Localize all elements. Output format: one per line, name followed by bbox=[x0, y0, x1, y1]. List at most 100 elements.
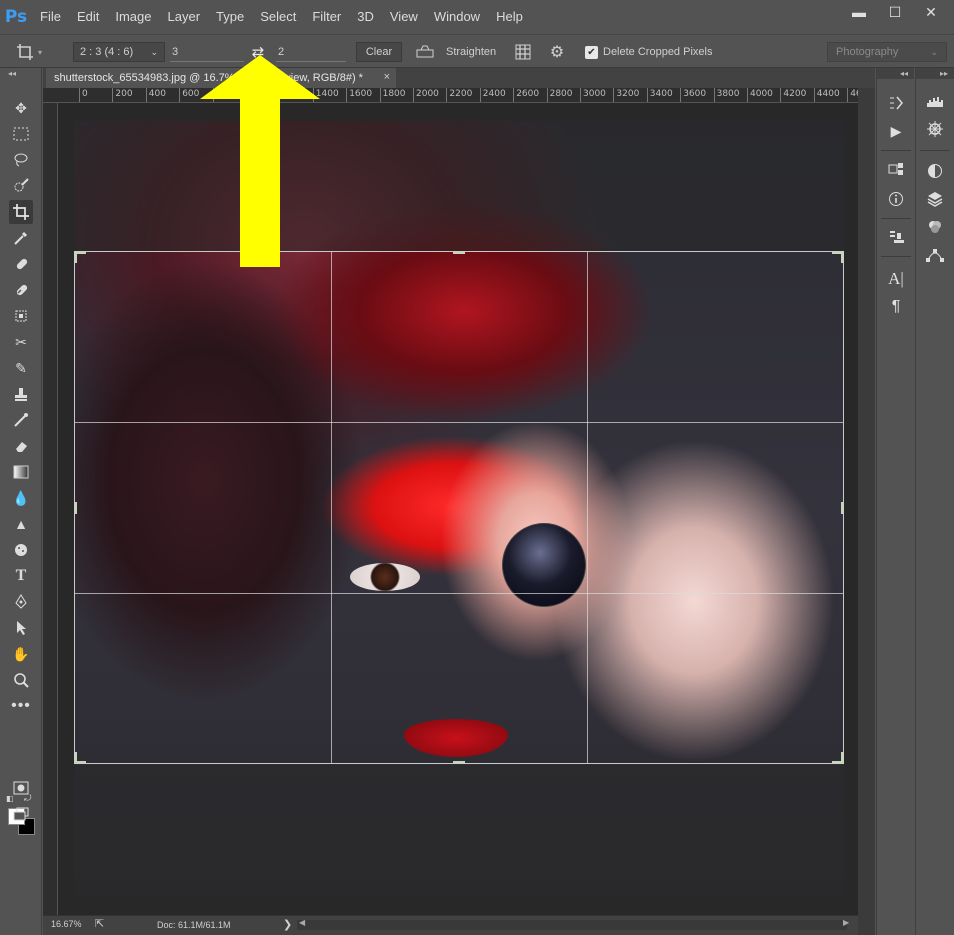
menu-select[interactable]: Select bbox=[252, 0, 304, 34]
navigator-panel-icon[interactable] bbox=[924, 118, 946, 140]
more-tools-icon[interactable]: ••• bbox=[9, 694, 33, 718]
eyedropper-tool-icon[interactable] bbox=[9, 226, 33, 250]
close-window-button[interactable]: ✕ bbox=[918, 2, 944, 22]
crop-handle-top-left[interactable] bbox=[74, 251, 77, 263]
history-brush-tool-icon[interactable]: ✂ bbox=[9, 330, 33, 354]
delete-cropped-checkbox[interactable]: ✔ bbox=[585, 46, 598, 59]
type-tool-icon[interactable]: T bbox=[9, 564, 33, 588]
sponge-tool-icon[interactable] bbox=[9, 538, 33, 562]
actions-panel-icon[interactable]: ▶ bbox=[885, 120, 907, 142]
zoom-tool-icon[interactable] bbox=[9, 668, 33, 692]
menu-view[interactable]: View bbox=[382, 0, 426, 34]
crop-handle-bottom-right[interactable] bbox=[841, 752, 844, 764]
channels-panel-icon[interactable] bbox=[924, 216, 946, 238]
crop-tool-icon[interactable] bbox=[9, 200, 33, 224]
quick-selection-tool-icon[interactable] bbox=[9, 174, 33, 198]
collapse-toolbar-icon[interactable]: ◂◂ bbox=[0, 68, 41, 80]
histogram-panel-icon[interactable] bbox=[924, 90, 946, 112]
ruler-tick-label: 2400 bbox=[482, 89, 506, 99]
path-selection-tool-icon[interactable] bbox=[9, 616, 33, 640]
clone-stamp-tool-icon[interactable] bbox=[9, 304, 33, 328]
paragraph-panel-icon[interactable]: ¶ bbox=[885, 296, 907, 318]
character-panel-icon[interactable]: A| bbox=[885, 268, 907, 290]
paths-panel-icon[interactable] bbox=[924, 244, 946, 266]
art-history-brush-icon[interactable] bbox=[9, 408, 33, 432]
clear-button[interactable]: Clear bbox=[356, 42, 402, 62]
ruler-tick-label: 600 bbox=[182, 89, 200, 99]
clone-source-panel-icon[interactable] bbox=[885, 226, 907, 248]
close-document-icon[interactable]: × bbox=[384, 71, 390, 83]
ruler-tick-label: 2000 bbox=[416, 89, 439, 99]
menu-3d[interactable]: 3D bbox=[349, 0, 382, 34]
ratio-preset-select[interactable]: 2 : 3 (4 : 6) ⌄ bbox=[73, 42, 165, 62]
lasso-tool-icon[interactable] bbox=[9, 148, 33, 172]
export-icon[interactable]: ⇱ bbox=[95, 917, 104, 930]
ruler-tick-line bbox=[513, 88, 515, 102]
canvas[interactable] bbox=[58, 103, 858, 915]
crop-grid-line bbox=[75, 422, 843, 423]
3d-panel-icon[interactable] bbox=[885, 158, 907, 180]
ruler-tick-label: 2800 bbox=[549, 89, 573, 99]
pencil-tool-icon[interactable]: ✎ bbox=[9, 356, 33, 380]
workspace-select[interactable]: Photography ⌄ bbox=[827, 42, 947, 62]
menu-filter[interactable]: Filter bbox=[304, 0, 349, 34]
straighten-icon[interactable] bbox=[414, 42, 436, 62]
info-panel-icon[interactable] bbox=[885, 188, 907, 210]
history-panel-icon[interactable] bbox=[885, 92, 907, 114]
move-tool-icon[interactable]: ✥ bbox=[9, 96, 33, 120]
menu-image[interactable]: Image bbox=[107, 0, 159, 34]
vertical-scrollbar[interactable] bbox=[858, 88, 875, 935]
menu-type[interactable]: Type bbox=[208, 0, 252, 34]
collapse-panels-icon[interactable]: ◂◂ bbox=[877, 68, 914, 79]
quick-mask-icon[interactable] bbox=[9, 776, 33, 800]
hand-tool-icon[interactable]: ✋ bbox=[9, 642, 33, 666]
crop-handle-bottom-left[interactable] bbox=[74, 752, 77, 764]
ruler-tick-label: 4200 bbox=[783, 89, 807, 99]
ruler-tick-line bbox=[747, 88, 748, 102]
crop-handle-right[interactable] bbox=[841, 502, 844, 514]
adjustments-panel-icon[interactable] bbox=[924, 160, 946, 182]
gradient-tool-icon[interactable] bbox=[9, 460, 33, 484]
crop-handle-top-right[interactable] bbox=[841, 251, 844, 263]
scroll-left-icon[interactable]: ◀ bbox=[299, 918, 305, 927]
crop-handle-top[interactable] bbox=[453, 251, 465, 254]
zoom-level[interactable]: 16.67% bbox=[51, 919, 82, 929]
eraser-tool-icon[interactable] bbox=[9, 434, 33, 458]
collapse-panels-icon[interactable]: ▸▸ bbox=[916, 68, 954, 79]
ruler-tick-line bbox=[580, 88, 581, 102]
crop-box[interactable] bbox=[74, 251, 844, 764]
screen-mode-icon[interactable] bbox=[9, 802, 33, 826]
layers-panel-icon[interactable] bbox=[924, 188, 946, 210]
menu-help[interactable]: Help bbox=[488, 0, 531, 34]
scroll-right-icon[interactable]: ▶ bbox=[843, 918, 849, 927]
sharpen-tool-icon[interactable]: ▲ bbox=[9, 512, 33, 536]
ruler-tick-label: 2200 bbox=[449, 89, 473, 99]
overlay-grid-icon[interactable] bbox=[512, 42, 534, 62]
document-tab-bar: shutterstock_65534983.jpg @ 16.7% (Crop … bbox=[43, 68, 875, 88]
menu-edit[interactable]: Edit bbox=[69, 0, 107, 34]
crop-handle-left[interactable] bbox=[74, 502, 77, 514]
brush-tool-icon[interactable] bbox=[9, 278, 33, 302]
crop-preset-icon[interactable]: ▾ bbox=[16, 42, 56, 62]
menu-window[interactable]: Window bbox=[426, 0, 488, 34]
maximize-button[interactable]: ☐ bbox=[882, 2, 908, 22]
minimize-button[interactable]: ▬ bbox=[846, 2, 872, 22]
healing-brush-tool-icon[interactable] bbox=[9, 252, 33, 276]
marquee-tool-icon[interactable] bbox=[9, 122, 33, 146]
stamp-tool-icon[interactable] bbox=[9, 382, 33, 406]
gear-icon[interactable]: ⚙ bbox=[546, 42, 568, 62]
menu-file[interactable]: File bbox=[32, 0, 69, 34]
ruler-tick-label: 2600 bbox=[516, 89, 540, 99]
photoshop-logo: Ps bbox=[4, 7, 28, 27]
blur-tool-icon[interactable]: 💧 bbox=[9, 486, 33, 510]
menu-layer[interactable]: Layer bbox=[160, 0, 209, 34]
ruler-tick-label: 200 bbox=[115, 89, 133, 99]
horizontal-scrollbar[interactable] bbox=[297, 920, 847, 930]
pen-tool-icon[interactable] bbox=[9, 590, 33, 614]
crop-grid-line bbox=[587, 252, 588, 763]
status-menu-arrow[interactable]: ❯ bbox=[283, 918, 292, 931]
straighten-label[interactable]: Straighten bbox=[446, 42, 496, 62]
ruler-tick-line bbox=[479, 88, 481, 102]
crop-handle-bottom[interactable] bbox=[453, 761, 465, 764]
ruler-tick-label: 0 bbox=[82, 89, 88, 99]
